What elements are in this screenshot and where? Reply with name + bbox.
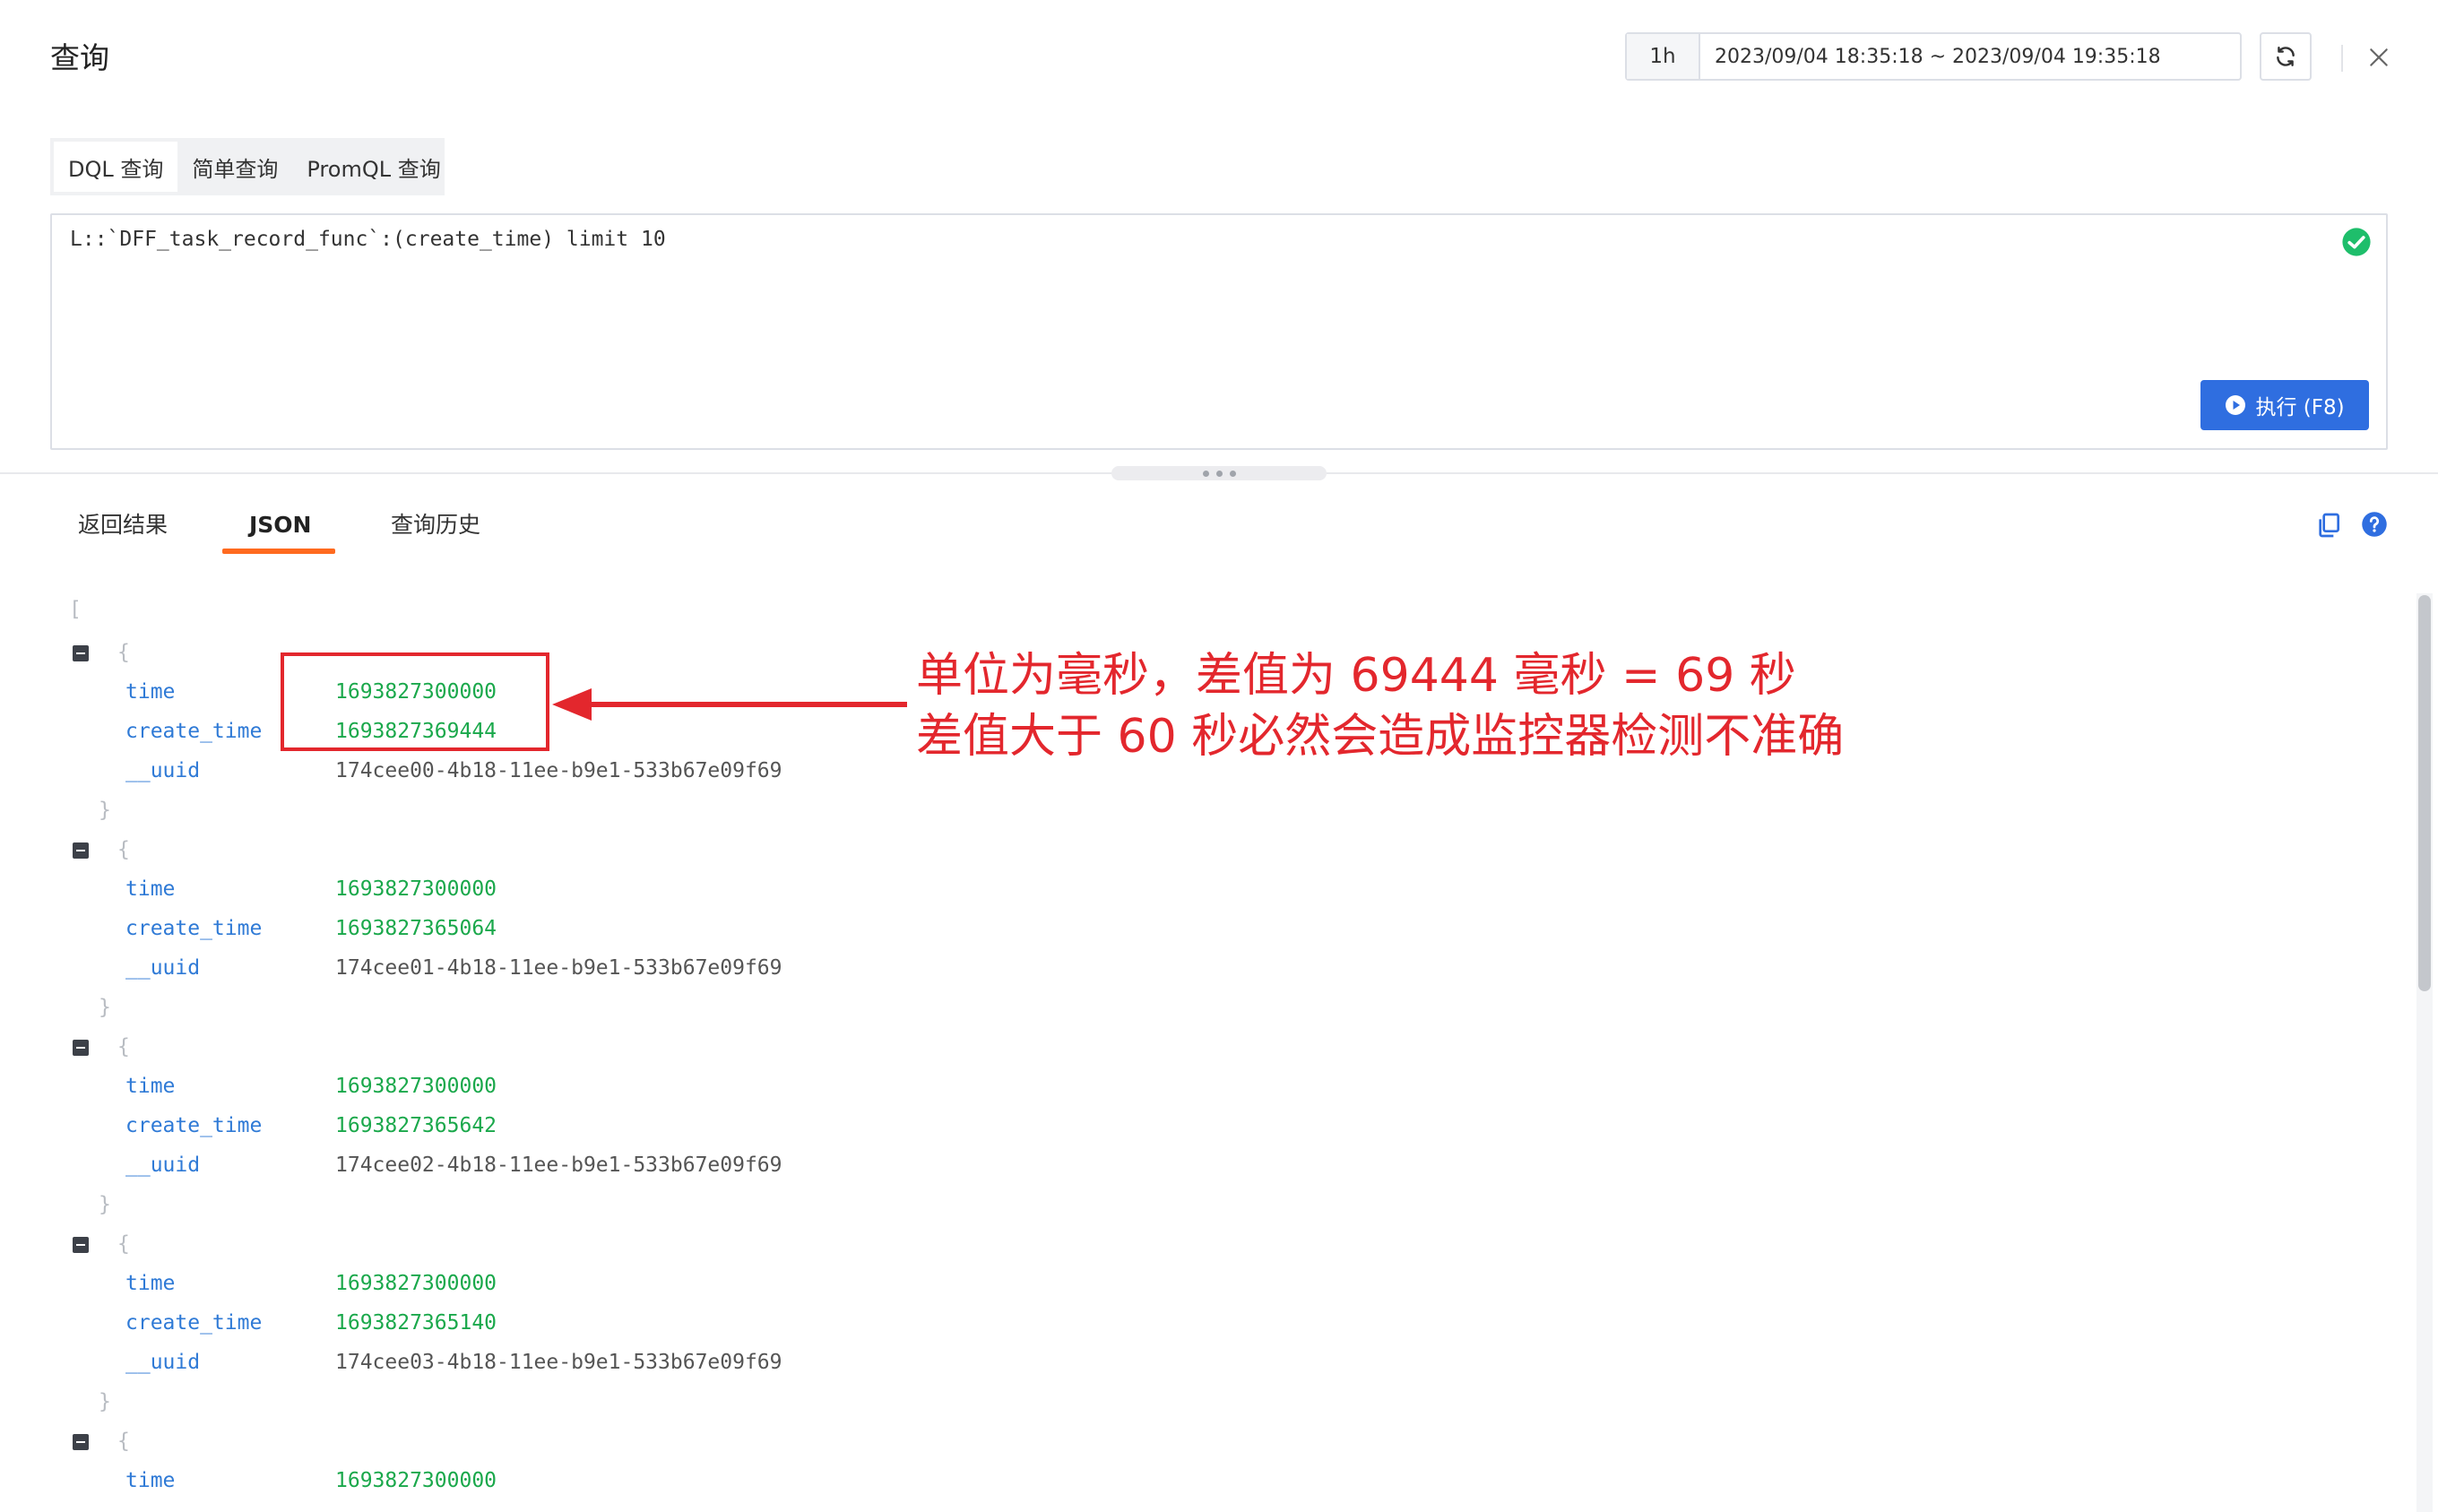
query-editor[interactable]: L::`DFF_task_record_func`:(create_time) … xyxy=(50,213,2388,450)
json-key: __uuid xyxy=(125,759,201,782)
json-key: __uuid xyxy=(125,1153,201,1177)
run-button-label: 执行 (F8) xyxy=(2255,396,2345,419)
close-icon xyxy=(2370,48,2388,66)
json-key: create_time xyxy=(125,1311,263,1335)
json-value-time: 1693827300000 xyxy=(335,877,497,901)
time-quick-select[interactable]: 1h xyxy=(1627,34,1700,79)
annotation-text-line2: 差值大于 60 秒必然会造成监控器检测不准确 xyxy=(916,710,1845,764)
help-icon[interactable] xyxy=(2361,511,2388,538)
arrow-left-icon xyxy=(552,688,592,721)
json-brace: { xyxy=(117,1232,130,1256)
check-circle-icon xyxy=(2342,228,2371,256)
time-range-picker[interactable]: 1h 2023/09/04 18:35:18 ~ 2023/09/04 19:3… xyxy=(1625,32,2242,81)
query-text[interactable]: L::`DFF_task_record_func`:(create_time) … xyxy=(70,228,666,251)
json-key: __uuid xyxy=(125,956,201,980)
json-value-time: 1693827300000 xyxy=(335,1075,497,1098)
json-value-create-time: 1693827365064 xyxy=(335,917,497,940)
page-title: 查询 xyxy=(50,40,109,75)
run-button[interactable]: 执行 (F8) xyxy=(2200,380,2369,430)
json-key: time xyxy=(125,877,176,901)
json-key: create_time xyxy=(125,720,263,743)
copy-icon[interactable] xyxy=(2314,511,2343,540)
collapse-toggle[interactable] xyxy=(73,1237,89,1253)
collapse-toggle[interactable] xyxy=(73,1040,89,1056)
time-range-input[interactable]: 2023/09/04 18:35:18 ~ 2023/09/04 19:35:1… xyxy=(1700,34,2240,79)
json-brace: { xyxy=(117,641,130,664)
json-brace: } xyxy=(99,1390,111,1413)
json-brace: { xyxy=(117,1035,130,1058)
annotation-highlight-box xyxy=(281,652,549,751)
tab-json[interactable]: JSON xyxy=(249,507,311,543)
json-key: time xyxy=(125,1075,176,1098)
json-open-bracket: [ xyxy=(69,598,82,621)
refresh-icon xyxy=(2277,47,2295,66)
json-key: __uuid xyxy=(125,1351,201,1374)
json-key: time xyxy=(125,1469,176,1492)
json-value-time: 1693827300000 xyxy=(335,1469,497,1492)
collapse-toggle[interactable] xyxy=(73,842,89,859)
json-brace: } xyxy=(99,799,111,822)
scrollbar-thumb[interactable] xyxy=(2418,595,2431,991)
tab-simple-query[interactable]: 简单查询 xyxy=(177,142,292,192)
json-value-create-time: 1693827365140 xyxy=(335,1311,497,1335)
json-key: time xyxy=(125,680,176,704)
json-value-uuid: 174cee02-4b18-11ee-b9e1-533b67e09f69 xyxy=(335,1153,782,1177)
collapse-toggle[interactable] xyxy=(73,645,89,661)
json-value-time: 1693827300000 xyxy=(335,1272,497,1295)
json-value-create-time: 1693827365642 xyxy=(335,1114,497,1137)
handle-dot xyxy=(1229,470,1236,477)
json-value-uuid: 174cee03-4b18-11ee-b9e1-533b67e09f69 xyxy=(335,1351,782,1374)
json-key: create_time xyxy=(125,1114,263,1137)
play-circle-icon xyxy=(2226,395,2246,415)
json-brace: } xyxy=(99,1193,111,1216)
json-key: time xyxy=(125,1272,176,1295)
active-tab-indicator xyxy=(222,549,335,554)
tab-promql-query[interactable]: PromQL 查询 xyxy=(292,142,454,192)
close-button[interactable] xyxy=(2363,41,2395,73)
tab-results[interactable]: 返回结果 xyxy=(78,507,168,543)
query-type-tabs: DQL 查询 简单查询 PromQL 查询 xyxy=(50,138,445,195)
json-key: create_time xyxy=(125,917,263,940)
json-value-uuid: 174cee01-4b18-11ee-b9e1-533b67e09f69 xyxy=(335,956,782,980)
json-brace: } xyxy=(99,996,111,1019)
annotation-text-line1: 单位为毫秒，差值为 69444 毫秒 = 69 秒 xyxy=(916,649,1796,703)
annotation-arrow-line xyxy=(584,702,907,707)
json-value-uuid: 174cee00-4b18-11ee-b9e1-533b67e09f69 xyxy=(335,759,782,782)
handle-dot xyxy=(1215,470,1223,477)
handle-dot xyxy=(1202,470,1209,477)
header-divider xyxy=(2341,45,2343,72)
json-brace: { xyxy=(117,838,130,861)
resize-handle[interactable] xyxy=(1111,466,1327,480)
refresh-button[interactable] xyxy=(2260,32,2312,81)
collapse-toggle[interactable] xyxy=(73,1434,89,1450)
json-brace: { xyxy=(117,1430,130,1453)
tab-query-history[interactable]: 查询历史 xyxy=(391,507,480,543)
tab-dql-query[interactable]: DQL 查询 xyxy=(54,142,178,192)
